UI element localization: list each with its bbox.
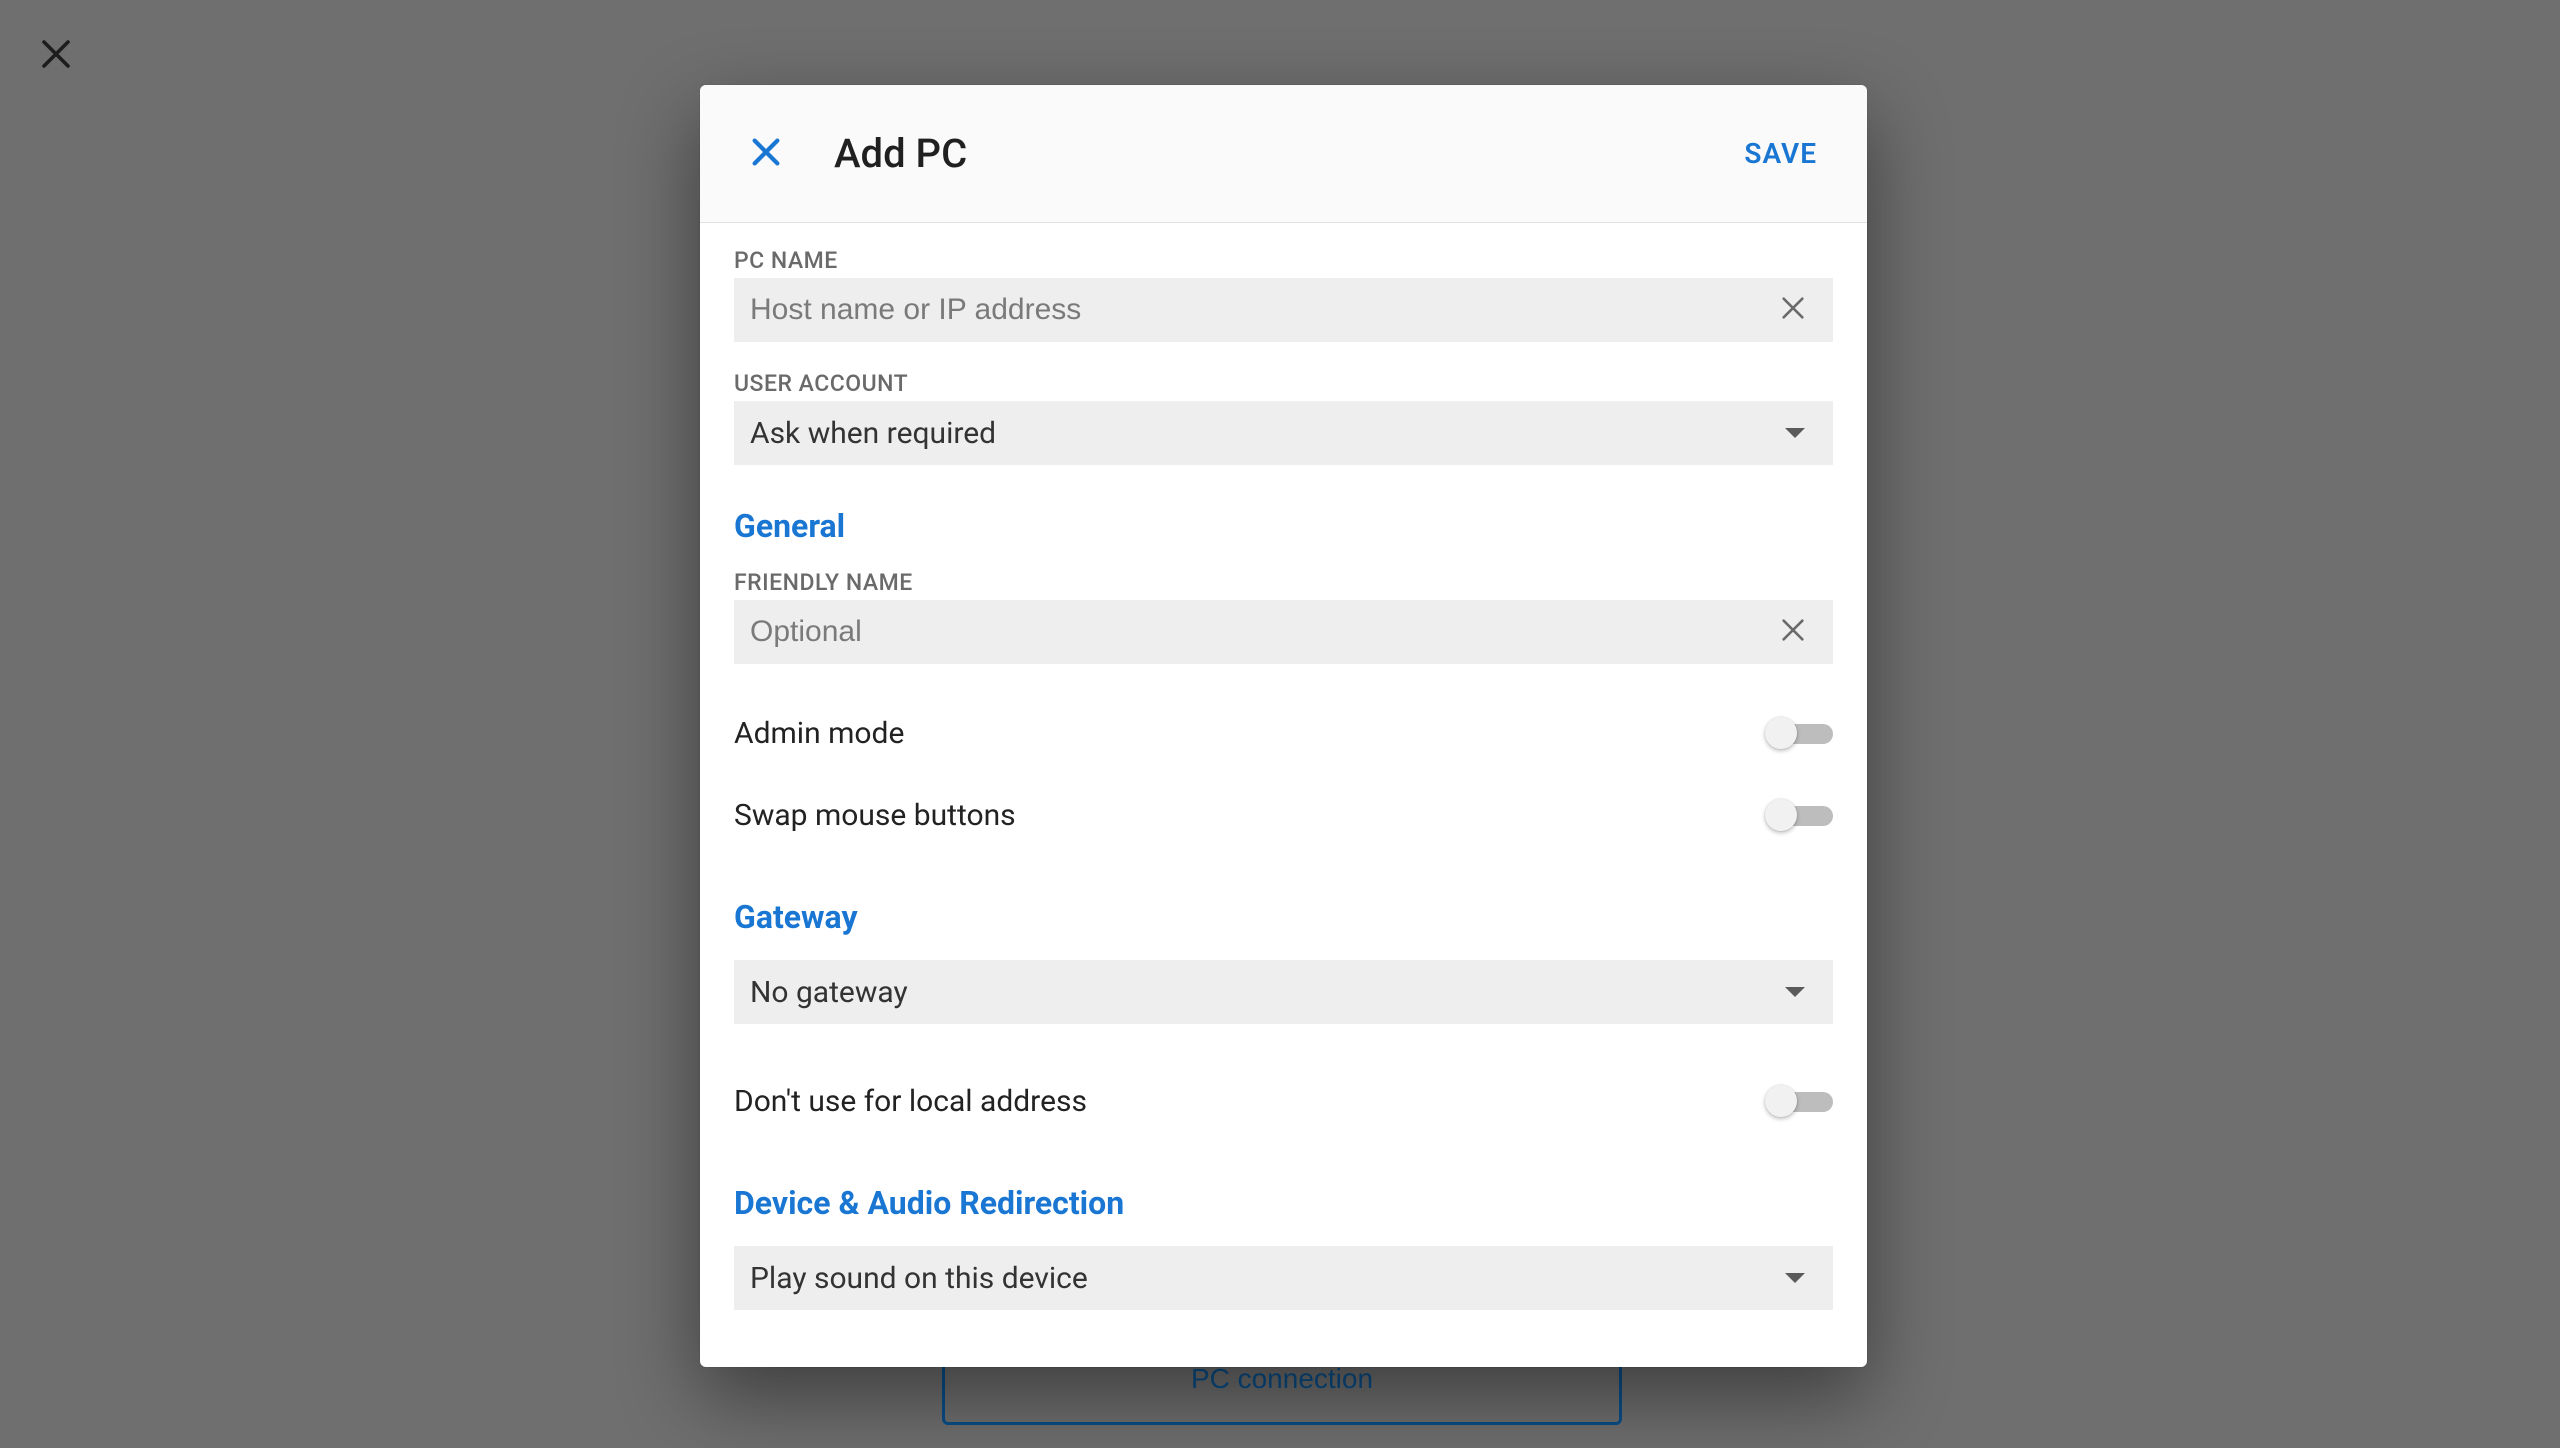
chevron-down-icon xyxy=(1785,1273,1805,1283)
audio-select[interactable]: Play sound on this device xyxy=(734,1246,1833,1310)
chevron-down-icon xyxy=(1785,428,1805,438)
friendly-name-input[interactable] xyxy=(750,615,1771,649)
user-account-value: Ask when required xyxy=(750,416,996,451)
pc-connection-label: PC connection xyxy=(1191,1363,1373,1395)
user-account-label: USER ACCOUNT xyxy=(734,370,1833,397)
switch-thumb xyxy=(1765,1085,1797,1117)
friendly-name-label: FRIENDLY NAME xyxy=(734,569,1833,596)
admin-mode-toggle[interactable] xyxy=(1767,718,1833,748)
close-icon xyxy=(749,135,783,173)
audio-value: Play sound on this device xyxy=(750,1261,1088,1296)
chevron-down-icon xyxy=(1785,987,1805,997)
friendly-name-field[interactable] xyxy=(734,600,1833,664)
close-icon xyxy=(38,36,74,76)
close-icon xyxy=(1779,616,1807,648)
pc-name-field[interactable] xyxy=(734,278,1833,342)
switch-thumb xyxy=(1765,799,1797,831)
clear-friendly-name-button[interactable] xyxy=(1771,610,1815,654)
gateway-select[interactable]: No gateway xyxy=(734,960,1833,1024)
clear-pc-name-button[interactable] xyxy=(1771,288,1815,332)
close-icon xyxy=(1779,294,1807,326)
gateway-value: No gateway xyxy=(750,975,908,1010)
user-account-select[interactable]: Ask when required xyxy=(734,401,1833,465)
no-local-row: Don't use for local address xyxy=(734,1060,1833,1142)
no-local-toggle[interactable] xyxy=(1767,1086,1833,1116)
admin-mode-label: Admin mode xyxy=(734,716,904,751)
modal-close-button[interactable] xyxy=(734,122,798,186)
modal-header: Add PC SAVE xyxy=(700,85,1867,223)
switch-thumb xyxy=(1765,717,1797,749)
swap-mouse-label: Swap mouse buttons xyxy=(734,798,1016,833)
pc-name-input[interactable] xyxy=(750,293,1771,327)
pc-name-label: PC NAME xyxy=(734,247,1833,274)
modal-body: PC NAME USER ACCOUNT Ask when required G… xyxy=(700,223,1867,1367)
modal-title: Add PC xyxy=(834,130,1738,177)
no-local-label: Don't use for local address xyxy=(734,1084,1087,1119)
section-heading-gateway: Gateway xyxy=(734,898,1833,936)
save-button[interactable]: SAVE xyxy=(1738,127,1823,180)
admin-mode-row: Admin mode xyxy=(734,692,1833,774)
swap-mouse-row: Swap mouse buttons xyxy=(734,774,1833,856)
section-heading-audio: Device & Audio Redirection xyxy=(734,1184,1833,1222)
swap-mouse-toggle[interactable] xyxy=(1767,800,1833,830)
section-heading-general: General xyxy=(734,507,1833,545)
background-close-button[interactable] xyxy=(38,38,74,74)
add-pc-modal: Add PC SAVE PC NAME USER ACCOUNT Ask whe… xyxy=(700,85,1867,1367)
